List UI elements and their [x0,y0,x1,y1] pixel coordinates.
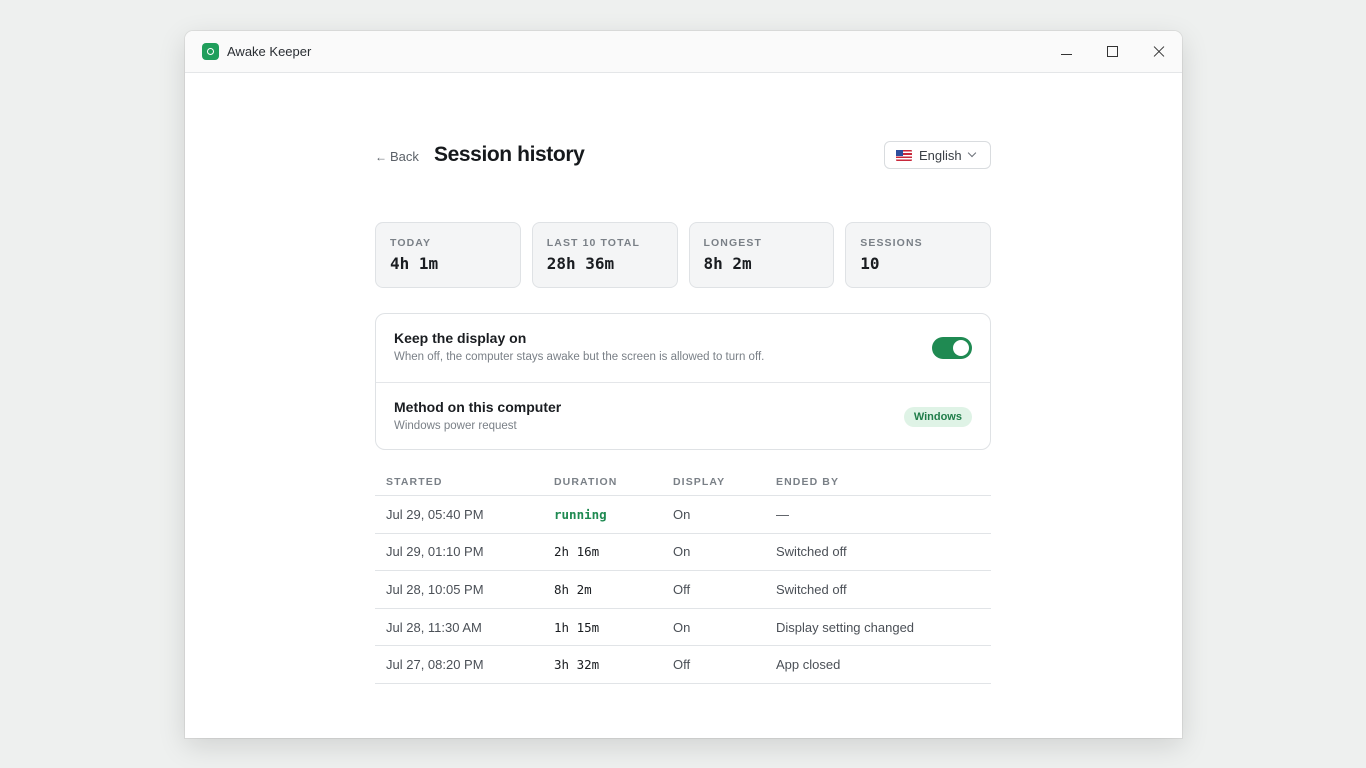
platform-badge: Windows [903,407,972,427]
arrow-left-icon: ← [375,149,387,164]
column-header-ended-by: ENDED BY [776,476,840,488]
cell-duration: 2h 16m [554,544,600,560]
cell-display: On [673,506,691,522]
stat-value: 10 [860,254,880,273]
page-header: ← Back Session history English [375,141,991,171]
table-row: Jul 28, 11:30 AM 1h 15m On Display setti… [375,609,991,647]
table-row: Jul 29, 05:40 PM running On — [375,496,991,534]
cell-duration: 3h 32m [554,657,600,673]
stat-label: TODAY [390,237,432,249]
session-table: STARTED DURATION DISPLAY ENDED BY Jul 29… [375,471,991,684]
table-row: Jul 28, 10:05 PM 8h 2m Off Switched off [375,571,991,609]
cell-display: On [673,619,691,635]
language-label: English [919,147,962,163]
stat-label: LONGEST [703,237,762,249]
cell-started: Jul 28, 11:30 AM [386,619,482,635]
stat-card-today: TODAY 4h 1m [375,222,521,288]
app-window: Awake Keeper ← Back Session history Engl… [185,31,1182,738]
table-header: STARTED DURATION DISPLAY ENDED BY [375,471,991,496]
main-content: ← Back Session history English TODAY 4h … [375,141,991,684]
keep-display-on-toggle[interactable] [932,337,972,359]
stat-card-last-10-total: LAST 10 TOTAL 28h 36m [531,222,678,288]
cell-display: On [673,544,691,560]
chevron-down-icon [967,148,976,158]
stat-value: 28h 36m [546,254,615,273]
cell-ended-by: — [776,506,789,522]
stat-value: 4h 1m [390,254,439,273]
title-bar[interactable]: Awake Keeper [185,31,1182,73]
window-title: Awake Keeper [227,44,312,59]
us-flag-icon [896,149,912,161]
column-header-display: DISPLAY [673,476,726,488]
column-header-started: STARTED [386,476,443,488]
cell-display: Off [673,657,691,673]
table-row: Jul 29, 01:10 PM 2h 16m On Switched off [375,534,991,572]
toggle-knob [953,340,969,356]
settings-card: Keep the display on When off, the comput… [375,313,991,450]
cell-started: Jul 28, 10:05 PM [386,581,484,597]
stat-label: LAST 10 TOTAL [546,237,640,249]
maximize-button[interactable] [1090,31,1136,73]
back-link[interactable]: ← Back [375,149,419,164]
stat-label: SESSIONS [860,237,923,249]
stat-value: 8h 2m [703,254,752,273]
back-label: Back [390,149,419,164]
setting-title: Keep the display on [394,330,527,346]
setting-subtitle: When off, the computer stays awake but t… [394,351,765,363]
method-setting-row: Method on this computer Windows power re… [376,382,990,450]
stat-card-sessions: SESSIONS 10 [845,222,991,288]
column-header-duration: DURATION [554,476,618,488]
setting-title: Method on this computer [394,399,562,415]
display-setting-row: Keep the display on When off, the comput… [376,314,990,382]
cell-duration: 8h 2m [554,581,592,597]
minimize-button[interactable] [1044,31,1090,73]
cell-ended-by: App closed [776,657,841,673]
cell-duration: 1h 15m [554,619,600,635]
cell-started: Jul 29, 05:40 PM [386,506,484,522]
cell-ended-by: Display setting changed [776,619,915,635]
app-logo-icon [202,43,219,60]
close-button[interactable] [1136,31,1182,73]
cell-duration: running [554,506,607,522]
stat-card-longest: LONGEST 8h 2m [688,222,835,288]
cell-display: Off [673,581,691,597]
cell-ended-by: Switched off [776,544,847,560]
table-row: Jul 27, 08:20 PM 3h 32m Off App closed [375,646,991,684]
language-select[interactable]: English [884,141,991,169]
cell-started: Jul 29, 01:10 PM [386,544,484,560]
cell-ended-by: Switched off [776,581,847,597]
setting-subtitle: Windows power request [394,420,517,432]
stats-row: TODAY 4h 1m LAST 10 TOTAL 28h 36m LONGES… [375,222,991,288]
cell-started: Jul 27, 08:20 PM [386,657,484,673]
page-title: Session history [434,143,585,166]
